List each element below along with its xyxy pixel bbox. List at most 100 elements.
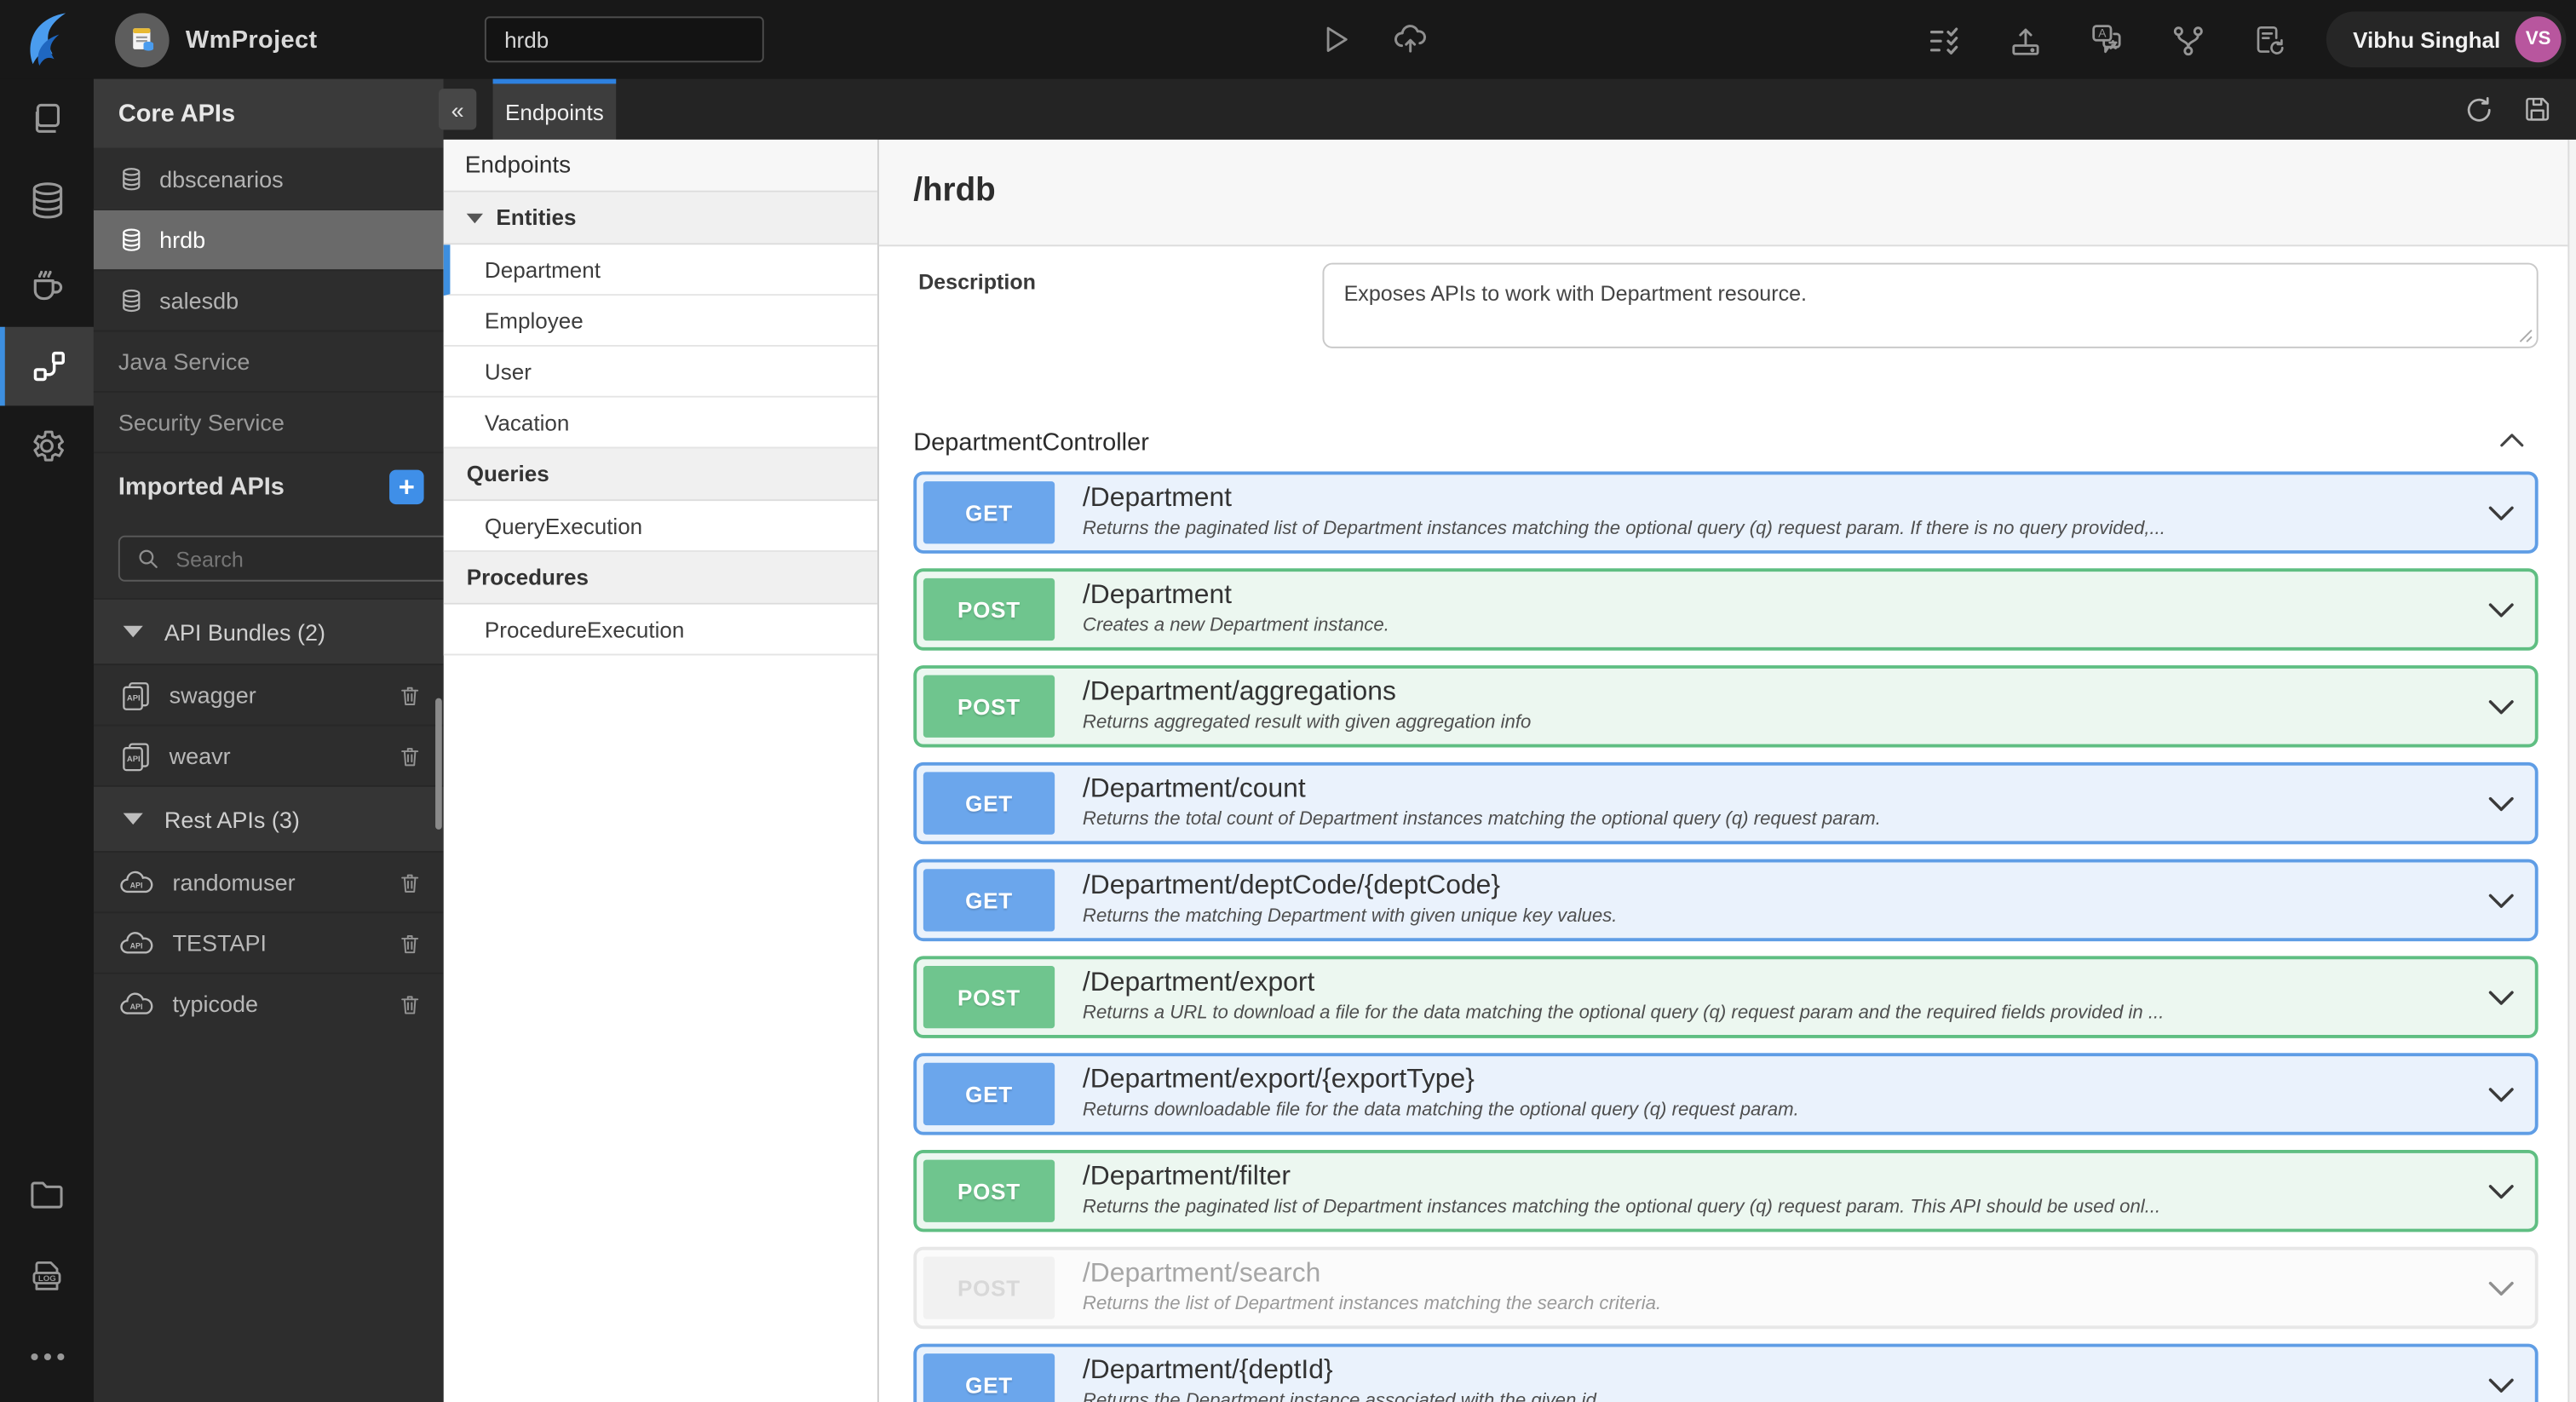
chevron-down-icon[interactable] — [2466, 766, 2535, 842]
group-header-api-bundles-2-[interactable]: API Bundles (2) — [93, 597, 444, 664]
panel-search-box[interactable] — [118, 535, 486, 582]
core-api-item-java-service[interactable]: Java Service — [93, 330, 444, 391]
service-header-band: /hrdb — [878, 139, 2576, 247]
add-api-button[interactable]: + — [389, 468, 424, 504]
endpoint-row[interactable]: GET/Department/deptCode/{deptCode} Return… — [913, 859, 2539, 942]
checklist-icon[interactable] — [1927, 22, 1963, 58]
imported-api-item-randomuser[interactable]: API randomuser — [93, 850, 444, 911]
group-header-rest-apis-3-[interactable]: Rest APIs (3) — [93, 784, 444, 851]
cloud-api-icon: API — [118, 990, 156, 1018]
chevron-down-icon[interactable] — [2466, 1347, 2535, 1402]
endpoint-row[interactable]: POST/Department/search Returns the list o… — [913, 1246, 2539, 1330]
endpoint-row[interactable]: GET/Department/{deptId} Returns the Depar… — [913, 1343, 2539, 1402]
endpoint-row[interactable]: GET/Department/export/{exportType} Return… — [913, 1053, 2539, 1135]
tree-item-department[interactable]: Department — [443, 244, 877, 296]
method-badge: POST — [923, 577, 1055, 641]
imported-api-item-testapi[interactable]: API TESTAPI — [93, 911, 444, 972]
endpoint-row[interactable]: GET/Department Returns the paginated list… — [913, 471, 2539, 554]
rail-files-icon[interactable] — [0, 1157, 94, 1232]
chevron-down-icon[interactable] — [2466, 1056, 2535, 1132]
core-api-item-label: dbscenarios — [159, 164, 284, 192]
resize-grip-icon[interactable] — [2518, 329, 2533, 343]
tree-section-queries[interactable]: Queries — [443, 448, 877, 502]
rail-more-icon[interactable] — [0, 1319, 94, 1395]
topbar-icon-cluster: A — [1927, 21, 2286, 59]
group-label: Rest APIs (3) — [164, 805, 300, 832]
chevron-down-icon[interactable] — [2466, 1153, 2535, 1229]
core-api-item-security-service[interactable]: Security Service — [93, 390, 444, 451]
description-textarea[interactable]: Exposes APIs to work with Department res… — [1322, 262, 2539, 348]
tree-item-user[interactable]: User — [443, 346, 877, 398]
tree-item-queryexecution[interactable]: QueryExecution — [443, 501, 877, 552]
chevron-down-icon[interactable] — [2466, 862, 2535, 938]
project-icon — [114, 12, 170, 67]
delete-icon[interactable] — [398, 929, 423, 957]
delete-icon[interactable] — [398, 742, 423, 770]
endpoint-text: /Department/export Returns a URL to downl… — [1061, 959, 2466, 1035]
rail-java-icon[interactable] — [0, 244, 94, 320]
imported-api-item-weavr[interactable]: API weavr — [93, 724, 444, 784]
export-icon[interactable] — [2008, 22, 2044, 58]
save-icon[interactable] — [2521, 94, 2553, 125]
rail-logs-icon[interactable]: LOG — [0, 1238, 94, 1314]
core-api-item-salesdb[interactable]: salesdb — [93, 269, 444, 330]
method-badge: GET — [923, 481, 1055, 544]
run-icon[interactable] — [1318, 21, 1354, 57]
endpoint-row[interactable]: POST/Department/filter Returns the pagina… — [913, 1149, 2539, 1232]
panel-search-input[interactable] — [172, 544, 469, 573]
imported-api-item-swagger[interactable]: API swagger — [93, 664, 444, 724]
tab-endpoints[interactable]: Endpoints — [492, 78, 617, 140]
git-branch-icon[interactable] — [2171, 22, 2206, 58]
core-api-item-label: hrdb — [159, 227, 206, 253]
core-api-item-dbscenarios[interactable]: dbscenarios — [94, 148, 444, 209]
chevron-down-icon[interactable] — [2466, 959, 2535, 1035]
endpoint-path: /Department/{deptId} — [1082, 1355, 1333, 1385]
tree-item-vacation[interactable]: Vacation — [443, 397, 877, 449]
endpoint-path: /Department/export/{exportType} — [1082, 1064, 1475, 1095]
collapse-panel-button[interactable]: « — [438, 89, 477, 130]
refresh-icon[interactable] — [2463, 93, 2496, 126]
rail-apis-icon[interactable] — [0, 326, 94, 406]
chevron-down-icon[interactable] — [2466, 474, 2535, 550]
imported-api-item-typicode[interactable]: API typicode — [93, 972, 444, 1033]
tree-item-procedureexecution[interactable]: ProcedureExecution — [443, 604, 877, 656]
deploy-cloud-icon[interactable] — [1390, 20, 1431, 57]
wavemaker-logo-icon[interactable] — [0, 0, 94, 79]
api-bundle-icon: API — [118, 740, 152, 772]
avatar: VS — [2515, 16, 2562, 63]
tree-section-procedures[interactable]: Procedures — [443, 551, 877, 605]
tree-item-employee[interactable]: Employee — [443, 296, 877, 347]
chevron-down-icon[interactable] — [2466, 669, 2535, 744]
topbar-search-input[interactable] — [484, 16, 764, 63]
core-apis-title: Core APIs — [93, 78, 444, 148]
delete-icon[interactable] — [398, 990, 423, 1018]
delete-icon[interactable] — [398, 681, 423, 709]
tree-section-entities[interactable]: Entities — [443, 192, 877, 245]
page-title: /hrdb — [913, 172, 996, 209]
chevron-down-icon[interactable] — [2466, 1250, 2535, 1326]
endpoint-row[interactable]: POST/Department Creates a new Department … — [913, 568, 2539, 651]
panel-scrollbar[interactable] — [435, 698, 442, 830]
main-scrollbar[interactable] — [2567, 139, 2576, 1402]
endpoint-path: /Department/search — [1082, 1258, 1321, 1288]
rail-database-icon[interactable] — [0, 163, 94, 238]
endpoint-row[interactable]: GET/Department/count Returns the total co… — [913, 761, 2539, 845]
endpoint-text: /Department/export/{exportType} Returns d… — [1061, 1056, 2466, 1132]
project-chip[interactable]: WmProject — [114, 11, 318, 67]
tree-panel-title: Endpoints — [443, 139, 877, 192]
imported-apis-header: Imported APIs + — [93, 451, 444, 519]
svg-text:API: API — [130, 1002, 143, 1010]
collapse-controller-icon[interactable] — [2498, 432, 2525, 448]
endpoint-row[interactable]: POST/Department/aggregations Returns aggr… — [913, 665, 2539, 748]
chevron-down-icon[interactable] — [2466, 572, 2535, 647]
translate-icon[interactable]: A — [2088, 21, 2125, 59]
method-badge: POST — [923, 965, 1055, 1029]
endpoint-row[interactable]: POST/Department/export Returns a URL to d… — [913, 956, 2539, 1038]
file-sync-icon[interactable] — [2251, 22, 2286, 58]
rail-settings-icon[interactable] — [0, 407, 94, 483]
delete-icon[interactable] — [398, 868, 423, 896]
user-menu[interactable]: Vibhu Singhal VS — [2326, 11, 2567, 68]
rail-pages-icon[interactable] — [0, 80, 94, 156]
core-api-item-hrdb[interactable]: hrdb — [93, 208, 444, 270]
controller-title: DepartmentController — [913, 428, 1149, 457]
